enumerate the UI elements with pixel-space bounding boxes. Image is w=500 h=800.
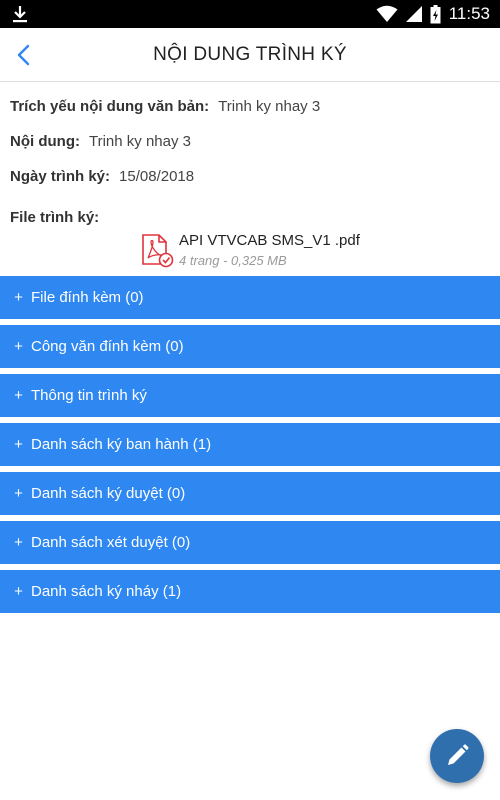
section-submission-info[interactable]: + Thông tin trình ký [0, 374, 500, 417]
content-label: Nội dung: [10, 133, 80, 150]
chevron-left-icon [17, 44, 30, 66]
download-icon [13, 6, 27, 23]
section-label: Danh sách ký nháy (1) [31, 583, 182, 600]
content-value: Trinh ky nhay 3 [88, 133, 191, 150]
date-value: 15/08/2018 [119, 168, 195, 185]
file-name: API VTVCAB SMS_V1 .pdf [179, 232, 360, 249]
signal-icon [405, 6, 422, 22]
file-label: File trình ký: [10, 209, 100, 226]
section-reviewers[interactable]: + Danh sách xét duyệt (0) [0, 521, 500, 564]
section-label: Thông tin trình ký [31, 387, 147, 404]
section-label: Công văn đính kèm (0) [31, 338, 184, 355]
page-title: NỘI DUNG TRÌNH KÝ [153, 43, 347, 65]
expand-plus-icon: + [14, 387, 23, 404]
section-attached-documents[interactable]: + Công văn đính kèm (0) [0, 325, 500, 368]
document-details: Trích yếu nội dung văn bản: Trinh ky nha… [0, 98, 500, 268]
pencil-icon [448, 744, 469, 765]
wifi-icon [376, 5, 398, 22]
expand-plus-icon: + [14, 436, 23, 453]
clock: 11:53 [448, 4, 490, 23]
section-label: Danh sách xét duyệt (0) [31, 534, 191, 551]
file-info: 4 trang - 0,325 MB [179, 253, 287, 268]
back-button[interactable] [8, 40, 38, 70]
summary-value: Trinh ky nhay 3 [218, 98, 321, 115]
content-row: Nội dung: Trinh ky nhay 3 [10, 133, 490, 150]
summary-row: Trích yếu nội dung văn bản: Trinh ky nha… [10, 98, 490, 115]
expand-plus-icon: + [14, 338, 23, 355]
date-label: Ngày trình ký: [10, 168, 111, 185]
pdf-signed-icon [142, 234, 174, 268]
app-header: NỘI DUNG TRÌNH KÝ [0, 28, 500, 82]
status-bar: 11:53 [0, 0, 500, 28]
section-approval-signers[interactable]: + Danh sách ký duyệt (0) [0, 472, 500, 515]
section-label: Danh sách ký ban hành (1) [31, 436, 212, 453]
edit-fab-button[interactable] [430, 729, 484, 783]
summary-label: Trích yếu nội dung văn bản: [10, 98, 210, 115]
section-label: Danh sách ký duyệt (0) [31, 485, 186, 502]
section-initial-signers[interactable]: + Danh sách ký nháy (1) [0, 570, 500, 613]
section-issuing-signers[interactable]: + Danh sách ký ban hành (1) [0, 423, 500, 466]
expand-plus-icon: + [14, 289, 23, 306]
date-row: Ngày trình ký: 15/08/2018 [10, 168, 490, 185]
expand-plus-icon: + [14, 485, 23, 502]
file-item[interactable]: API VTVCAB SMS_V1 .pdf 4 trang - 0,325 M… [140, 232, 490, 268]
collapsible-sections: + File đính kèm (0) + Công văn đính kèm … [0, 276, 500, 613]
expand-plus-icon: + [14, 534, 23, 551]
battery-icon [430, 4, 441, 23]
section-label: File đính kèm (0) [31, 289, 144, 306]
section-attached-files[interactable]: + File đính kèm (0) [0, 276, 500, 319]
expand-plus-icon: + [14, 583, 23, 600]
